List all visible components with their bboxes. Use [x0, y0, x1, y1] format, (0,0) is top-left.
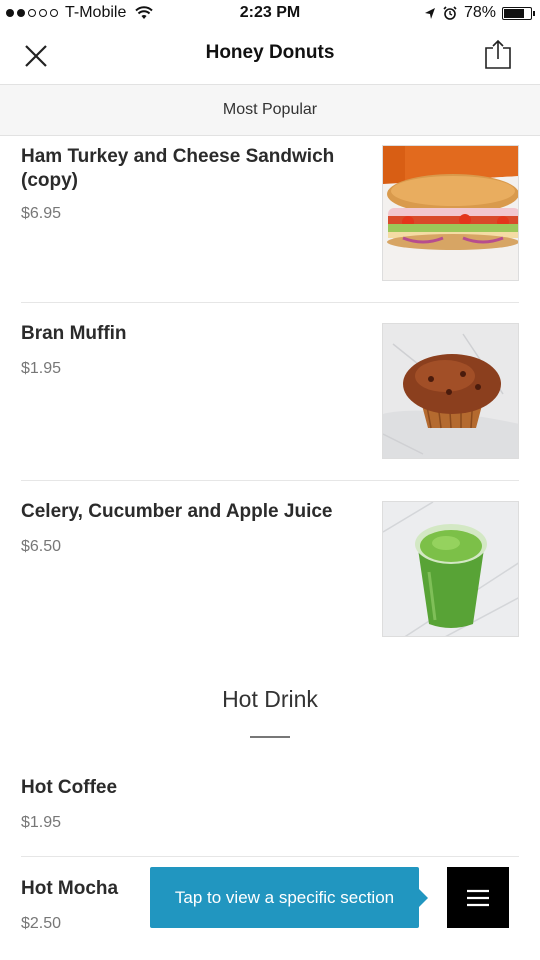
location-arrow-icon — [424, 7, 435, 19]
status-bar: T-Mobile 2:23 PM 78% — [0, 0, 540, 28]
battery-fill — [504, 8, 525, 18]
menu-item-name: Ham Turkey and Cheese Sandwich (copy) — [21, 146, 335, 191]
battery-icon — [502, 6, 535, 20]
section-tooltip[interactable]: Tap to view a specific section — [150, 867, 428, 928]
share-icon — [485, 39, 511, 69]
tooltip-text: Tap to view a specific section — [174, 888, 395, 907]
status-right: 78% — [424, 4, 535, 22]
page-title: Honey Donuts — [205, 42, 335, 63]
item-divider — [21, 302, 519, 303]
item-divider — [21, 480, 519, 481]
menu-item[interactable]: Bran Muffin $1.95 — [21, 322, 519, 462]
section-bar-label: Most Popular — [222, 101, 318, 118]
menu-item-name: Bran Muffin — [21, 323, 127, 344]
sandwich-image — [382, 145, 519, 281]
alarm-icon — [443, 6, 457, 20]
menu-item-name: Celery, Cucumber and Apple Juice — [21, 501, 333, 522]
section-heading-rule — [250, 736, 290, 738]
menu-item[interactable]: Hot Coffee $1.95 — [21, 776, 519, 846]
header: Honey Donuts — [0, 28, 540, 84]
menu-item[interactable]: Celery, Cucumber and Apple Juice $6.50 — [21, 500, 519, 640]
menu-item-price: $1.95 — [21, 814, 62, 831]
menu-item[interactable]: Ham Turkey and Cheese Sandwich (copy) $6… — [21, 145, 519, 285]
hamburger-menu-icon — [467, 889, 489, 906]
section-menu-button[interactable] — [447, 867, 509, 928]
section-heading-hot-drink: Hot Drink — [222, 686, 318, 712]
section-selector-bar[interactable]: Most Popular — [0, 84, 540, 136]
battery-percent: 78% — [463, 4, 496, 21]
muffin-image — [382, 323, 519, 459]
item-divider — [21, 856, 519, 857]
share-button[interactable] — [478, 34, 518, 74]
menu-item-name: Hot Coffee — [21, 777, 118, 798]
green-juice-image — [382, 501, 519, 637]
